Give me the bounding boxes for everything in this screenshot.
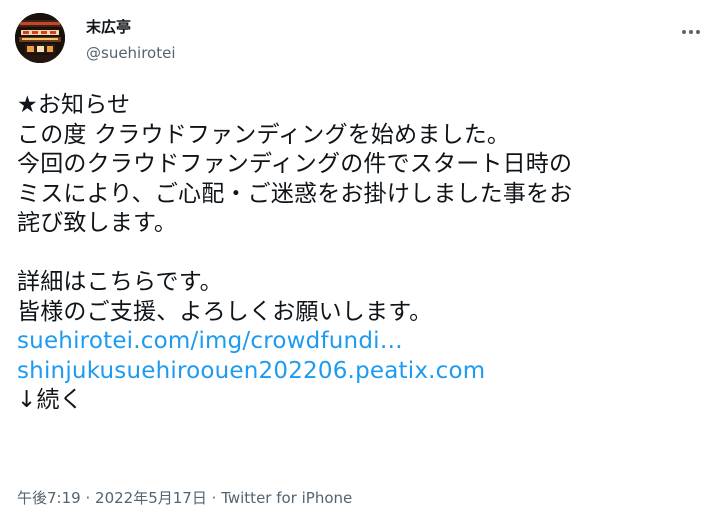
avatar[interactable]	[15, 13, 65, 63]
more-horizontal-icon	[682, 30, 700, 34]
tweet-line: この度 クラウドファンディングを始めました。	[17, 121, 511, 148]
tweet-text: ★お知らせ この度 クラウドファンディングを始めました。 今回のクラウドファンデ…	[17, 91, 704, 416]
tweet-link-peatix[interactable]: shinjukusuehiroouen202206.peatix.com	[17, 358, 485, 384]
tweet-line-tail: ↓続く	[17, 387, 83, 413]
tweet-time[interactable]: 午後7:19	[17, 489, 81, 507]
avatar-image	[15, 13, 65, 63]
tweet-card: 末広亭 @suehirotei ★お知らせ この度 クラウドファンディングを始め…	[0, 0, 714, 518]
tweet-metadata: 午後7:19 · 2022年5月17日 · Twitter for iPhone	[17, 488, 352, 508]
display-name[interactable]: 末広亭	[86, 17, 131, 37]
tweet-line: 詳細はこちらです。	[17, 269, 223, 295]
tweet-line: ★お知らせ	[17, 92, 131, 118]
tweet-line: 今回のクラウドファンディングの件でスタート日時の	[17, 151, 573, 177]
tweet-link-crowdfunding[interactable]: suehirotei.com/img/crowdfundi…	[17, 328, 403, 354]
tweet-source: Twitter for iPhone	[221, 489, 353, 507]
meta-separator: ·	[211, 489, 217, 507]
meta-separator: ·	[85, 489, 91, 507]
tweet-date[interactable]: 2022年5月17日	[95, 489, 207, 507]
tweet-line: ミスにより、ご心配・ご迷惑をお掛けしました事をお	[17, 180, 573, 207]
more-options-button[interactable]	[680, 26, 702, 38]
user-handle[interactable]: @suehirotei	[86, 43, 176, 63]
tweet-line: 皆様のご支援、よろしくお願いします。	[17, 298, 433, 325]
tweet-line: 詫び致します。	[17, 210, 178, 236]
